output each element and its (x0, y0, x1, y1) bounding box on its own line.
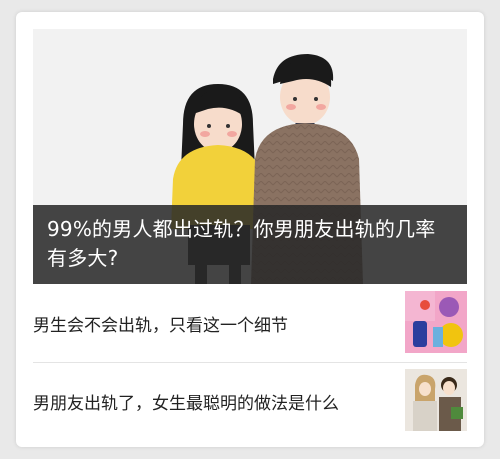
list-item-title[interactable]: 男朋友出轨了，女生最聪明的做法是什么 (33, 363, 393, 439)
colorful-illustration-thumbnail[interactable] (405, 291, 467, 353)
list-item[interactable]: 男生会不会出轨，只看这一个细节 (33, 285, 467, 361)
article-card: 99%的男人都出过轨？你男朋友出轨的几率有多大? 男生会不会出轨，只看这一个细节… (16, 12, 484, 447)
hero-title[interactable]: 99%的男人都出过轨？你男朋友出轨的几率有多大? (47, 215, 453, 273)
hero-article[interactable]: 99%的男人都出过轨？你男朋友出轨的几率有多大? (33, 29, 467, 284)
couple-illustration-thumbnail[interactable] (405, 369, 467, 431)
list-item-title[interactable]: 男生会不会出轨，只看这一个细节 (33, 285, 393, 361)
list-item[interactable]: 男朋友出轨了，女生最聪明的做法是什么 (33, 363, 467, 439)
hero-caption: 99%的男人都出过轨？你男朋友出轨的几率有多大? (33, 205, 467, 284)
